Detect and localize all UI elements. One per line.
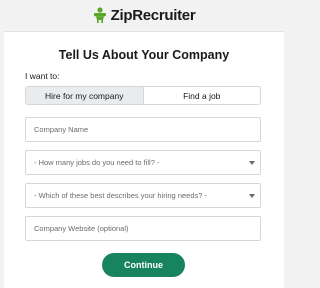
company-name-field[interactable] — [25, 117, 261, 142]
jobs-count-select-value: - How many jobs do you need to fill? - — [34, 158, 160, 167]
company-website-input[interactable] — [34, 224, 260, 233]
company-name-input[interactable] — [34, 125, 260, 134]
i-want-to-label: I want to: — [25, 71, 60, 81]
brand-logo: ZipRecruiter — [0, 5, 288, 25]
hire-or-find-toggle: Hire for my company Find a job — [25, 86, 261, 105]
hiring-needs-select-value: - Which of these best describes your hir… — [34, 191, 208, 200]
chevron-down-icon — [249, 193, 255, 198]
page-title: Tell Us About Your Company — [58, 48, 230, 62]
chevron-down-icon — [249, 160, 255, 165]
page: ZipRecruiter Tell Us About Your Company … — [0, 0, 288, 288]
hiring-needs-select[interactable]: - Which of these best describes your hir… — [25, 183, 261, 208]
continue-button[interactable]: Continue — [102, 253, 185, 277]
company-website-field[interactable] — [25, 216, 261, 241]
brand-name: ZipRecruiter — [110, 6, 196, 24]
jobs-count-select[interactable]: - How many jobs do you need to fill? - — [25, 150, 261, 175]
find-a-job-option[interactable]: Find a job — [144, 87, 261, 104]
hire-for-my-company-option[interactable]: Hire for my company — [26, 87, 144, 104]
ziprecruiter-logo-icon — [93, 7, 106, 23]
